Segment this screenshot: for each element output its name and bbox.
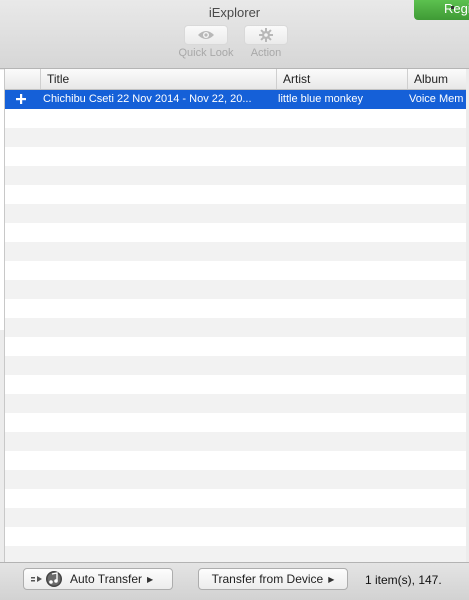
row-title: Chichibu Cseti 22 Nov 2014 - Nov 22, 20.… xyxy=(43,93,252,105)
column-header-album[interactable]: Album xyxy=(407,69,466,89)
action-icon-button[interactable] xyxy=(244,25,288,45)
file-table: Title Artist Album Chichibu Cseti 22 Nov… xyxy=(4,69,466,562)
title-bar: iExplorer Regi Quick Look Action xyxy=(0,0,469,69)
window-title: iExplorer xyxy=(208,5,261,20)
empty-row xyxy=(5,356,466,375)
window-edge-mark xyxy=(451,6,454,9)
table-rows: Chichibu Cseti 22 Nov 2014 - Nov 22, 20.… xyxy=(5,90,466,562)
auto-transfer-button[interactable]: Auto Transfer ▶ xyxy=(23,568,173,590)
column-header-expand[interactable] xyxy=(5,69,40,89)
empty-row xyxy=(5,204,466,223)
action-button[interactable]: Action xyxy=(236,25,296,59)
row-album: Voice Mem xyxy=(409,93,464,105)
triangle-right-icon: ▶ xyxy=(147,574,154,584)
table-row[interactable]: Chichibu Cseti 22 Nov 2014 - Nov 22, 20.… xyxy=(5,90,466,109)
transfer-from-device-label: Transfer from Device xyxy=(211,572,324,586)
bottom-bar: Auto Transfer ▶ Transfer from Device ▶ 1… xyxy=(0,562,469,600)
action-label: Action xyxy=(250,47,282,59)
empty-row xyxy=(5,470,466,489)
row-artist: little blue monkey xyxy=(278,93,363,105)
empty-row xyxy=(5,432,466,451)
empty-row xyxy=(5,242,466,261)
empty-row xyxy=(5,546,466,562)
table-header: Title Artist Album xyxy=(5,69,466,90)
empty-row xyxy=(5,337,466,356)
quick-look-label: Quick Look xyxy=(178,47,234,59)
empty-row xyxy=(5,223,466,242)
empty-row xyxy=(5,451,466,470)
empty-row xyxy=(5,185,466,204)
column-header-title[interactable]: Title xyxy=(40,69,276,89)
empty-row xyxy=(5,318,466,337)
empty-row xyxy=(5,413,466,432)
transfer-from-device-button[interactable]: Transfer from Device ▶ xyxy=(198,568,348,590)
gear-icon xyxy=(259,28,273,42)
empty-row xyxy=(5,128,466,147)
empty-row xyxy=(5,261,466,280)
empty-row xyxy=(5,375,466,394)
eye-icon xyxy=(198,31,214,39)
empty-row xyxy=(5,508,466,527)
empty-row xyxy=(5,394,466,413)
music-note-transfer-icon xyxy=(31,571,62,587)
empty-row xyxy=(5,280,466,299)
empty-row xyxy=(5,166,466,185)
empty-row xyxy=(5,109,466,128)
quick-look-button[interactable]: Quick Look xyxy=(176,25,236,59)
empty-row xyxy=(5,147,466,166)
column-header-artist[interactable]: Artist xyxy=(276,69,407,89)
item-count-status: 1 item(s), 147. xyxy=(365,573,442,587)
triangle-right-icon: ▶ xyxy=(328,574,335,584)
empty-row xyxy=(5,489,466,508)
register-button[interactable]: Regi xyxy=(414,0,469,20)
empty-row xyxy=(5,299,466,318)
plus-icon xyxy=(16,94,26,104)
auto-transfer-label: Auto Transfer xyxy=(70,572,143,586)
quick-look-icon-button[interactable] xyxy=(184,25,228,45)
empty-row xyxy=(5,527,466,546)
expand-cell[interactable] xyxy=(5,90,40,109)
